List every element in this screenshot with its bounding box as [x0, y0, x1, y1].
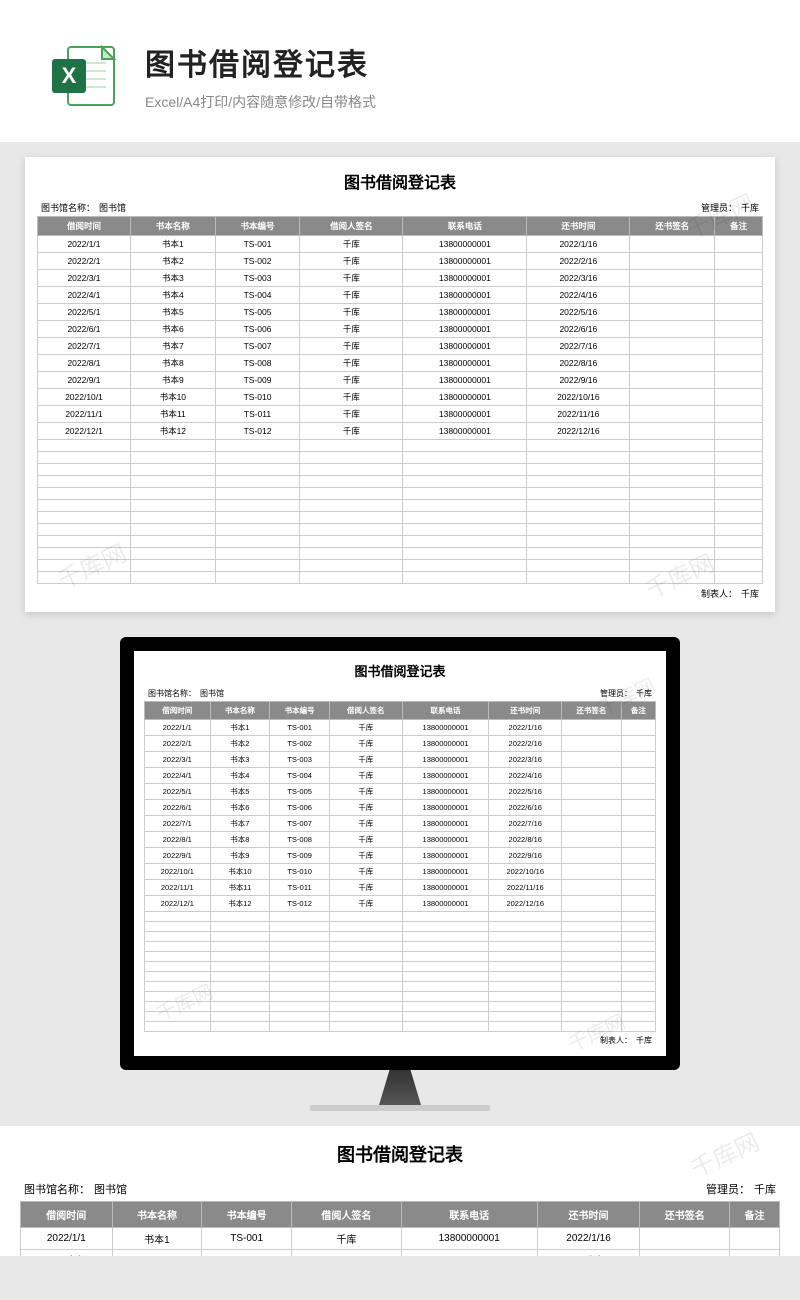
table-row: 2022/1/1书本1TS-001千库138000000012022/1/16 — [145, 720, 656, 736]
table-row: 2022/4/1书本4TS-004千库138000000012022/4/16 — [145, 768, 656, 784]
table-row: 2022/8/1书本8TS-008千库138000000012022/8/16 — [38, 355, 763, 372]
table-row: 2022/2/1书本2TS-002千库138000000012022/2/16 — [21, 1250, 780, 1257]
svg-text:X: X — [62, 63, 77, 88]
table-row — [145, 982, 656, 992]
borrow-table: 借阅时间书本名称书本编号借阅人签名联系电话还书时间还书签名备注 2022/1/1… — [37, 216, 763, 584]
table-row: 2022/6/1书本6TS-006千库138000000012022/6/16 — [145, 800, 656, 816]
table-row — [145, 962, 656, 972]
footer-label: 制表人： — [701, 587, 737, 600]
table-row: 2022/5/1书本5TS-005千库138000000012022/5/16 — [145, 784, 656, 800]
column-header: 联系电话 — [401, 1202, 537, 1228]
manager-label: 管理员： — [701, 201, 737, 214]
column-header: 书本名称 — [210, 702, 270, 720]
bottom-crop-preview: 图书借阅登记表 图书馆名称：图书馆 管理员：千库 借阅时间书本名称书本编号借阅人… — [0, 1126, 800, 1256]
table-row: 2022/7/1书本7TS-007千库138000000012022/7/16 — [145, 816, 656, 832]
table-row: 2022/12/1书本12TS-012千库138000000012022/12/… — [145, 896, 656, 912]
column-header: 书本编号 — [202, 1202, 292, 1228]
table-row — [145, 1022, 656, 1032]
table-row: 2022/7/1书本7TS-007千库138000000012022/7/16 — [38, 338, 763, 355]
borrow-table: 借阅时间书本名称书本编号借阅人签名联系电话还书时间还书签名备注 2022/1/1… — [20, 1201, 780, 1256]
table-row — [145, 992, 656, 1002]
column-header: 借阅人签名 — [292, 1202, 402, 1228]
column-header: 借阅时间 — [145, 702, 211, 720]
table-row — [145, 1012, 656, 1022]
table-row — [145, 912, 656, 922]
column-header: 联系电话 — [402, 702, 489, 720]
table-row: 2022/11/1书本11TS-011千库138000000012022/11/… — [38, 406, 763, 423]
table-row — [38, 536, 763, 548]
column-header: 联系电话 — [403, 217, 527, 236]
footer-name: 千库 — [741, 587, 759, 600]
table-row: 2022/2/1书本2TS-002千库138000000012022/2/16 — [38, 253, 763, 270]
table-row: 2022/4/1书本4TS-004千库138000000012022/4/16 — [38, 287, 763, 304]
table-row: 2022/3/1书本3TS-003千库138000000012022/3/16 — [38, 270, 763, 287]
table-row — [145, 942, 656, 952]
table-row — [38, 512, 763, 524]
column-header: 还书签名 — [630, 217, 715, 236]
table-row — [145, 932, 656, 942]
table-row: 2022/3/1书本3TS-003千库138000000012022/3/16 — [145, 752, 656, 768]
column-header: 还书签名 — [562, 702, 622, 720]
library-name: 图书馆 — [99, 201, 126, 214]
column-header: 借阅时间 — [38, 217, 131, 236]
column-header: 还书时间 — [537, 1202, 640, 1228]
monitor-mockup: 图书借阅登记表 图书馆名称：图书馆 管理员：千库 借阅时间书本名称书本编号借阅人… — [0, 637, 800, 1111]
borrow-table: 借阅时间书本名称书本编号借阅人签名联系电话还书时间还书签名备注 2022/1/1… — [144, 701, 656, 1032]
table-row — [38, 476, 763, 488]
table-row: 2022/5/1书本5TS-005千库138000000012022/5/16 — [38, 304, 763, 321]
table-row — [38, 524, 763, 536]
table-row: 2022/10/1书本10TS-010千库138000000012022/10/… — [38, 389, 763, 406]
table-row: 2022/12/1书本12TS-012千库138000000012022/12/… — [38, 423, 763, 440]
table-row: 2022/6/1书本6TS-006千库138000000012022/6/16 — [38, 321, 763, 338]
table-row: 2022/1/1书本1TS-001千库138000000012022/1/16 — [38, 236, 763, 253]
column-header: 还书时间 — [489, 702, 562, 720]
column-header: 书本名称 — [130, 217, 215, 236]
table-row: 2022/8/1书本8TS-008千库138000000012022/8/16 — [145, 832, 656, 848]
column-header: 备注 — [621, 702, 655, 720]
table-row — [145, 922, 656, 932]
column-header: 书本编号 — [215, 217, 300, 236]
table-row — [38, 440, 763, 452]
table-row — [145, 1002, 656, 1012]
table-header-row: 借阅时间书本名称书本编号借阅人签名联系电话还书时间还书签名备注 — [38, 217, 763, 236]
column-header: 备注 — [730, 1202, 780, 1228]
table-row — [38, 464, 763, 476]
excel-icon: X — [50, 41, 120, 111]
table-row: 2022/10/1书本10TS-010千库138000000012022/10/… — [145, 864, 656, 880]
column-header: 备注 — [715, 217, 763, 236]
column-header: 借阅人签名 — [300, 217, 403, 236]
table-row — [38, 500, 763, 512]
table-row — [38, 452, 763, 464]
table-row: 2022/11/1书本11TS-011千库138000000012022/11/… — [145, 880, 656, 896]
column-header: 书本编号 — [270, 702, 330, 720]
sheet-title: 图书借阅登记表 — [144, 661, 656, 680]
column-header: 书本名称 — [112, 1202, 202, 1228]
column-header: 还书时间 — [527, 217, 630, 236]
table-row — [38, 548, 763, 560]
table-row: 2022/2/1书本2TS-002千库138000000012022/2/16 — [145, 736, 656, 752]
page-header: X 图书借阅登记表 Excel/A4打印/内容随意修改/自带格式 — [0, 0, 800, 142]
table-row — [145, 972, 656, 982]
column-header: 还书签名 — [640, 1202, 730, 1228]
sheet-preview-card: 图书借阅登记表 图书馆名称： 图书馆 管理员： 千库 借阅时间书本名称书本编号借阅人… — [25, 157, 775, 612]
template-title: 图书借阅登记表 — [145, 40, 376, 84]
column-header: 借阅时间 — [21, 1202, 113, 1228]
table-row — [38, 560, 763, 572]
table-row — [145, 952, 656, 962]
table-row: 2022/1/1书本1TS-001千库138000000012022/1/16 — [21, 1228, 780, 1250]
library-label: 图书馆名称： — [41, 201, 95, 214]
table-row — [38, 488, 763, 500]
table-row: 2022/9/1书本9TS-009千库138000000012022/9/16 — [145, 848, 656, 864]
sheet-title: 图书借阅登记表 — [20, 1141, 780, 1167]
manager-name: 千库 — [741, 201, 759, 214]
column-header: 借阅人签名 — [330, 702, 403, 720]
template-subtitle: Excel/A4打印/内容随意修改/自带格式 — [145, 92, 376, 112]
sheet-title: 图书借阅登记表 — [37, 169, 763, 193]
table-row: 2022/9/1书本9TS-009千库138000000012022/9/16 — [38, 372, 763, 389]
table-row — [38, 572, 763, 584]
